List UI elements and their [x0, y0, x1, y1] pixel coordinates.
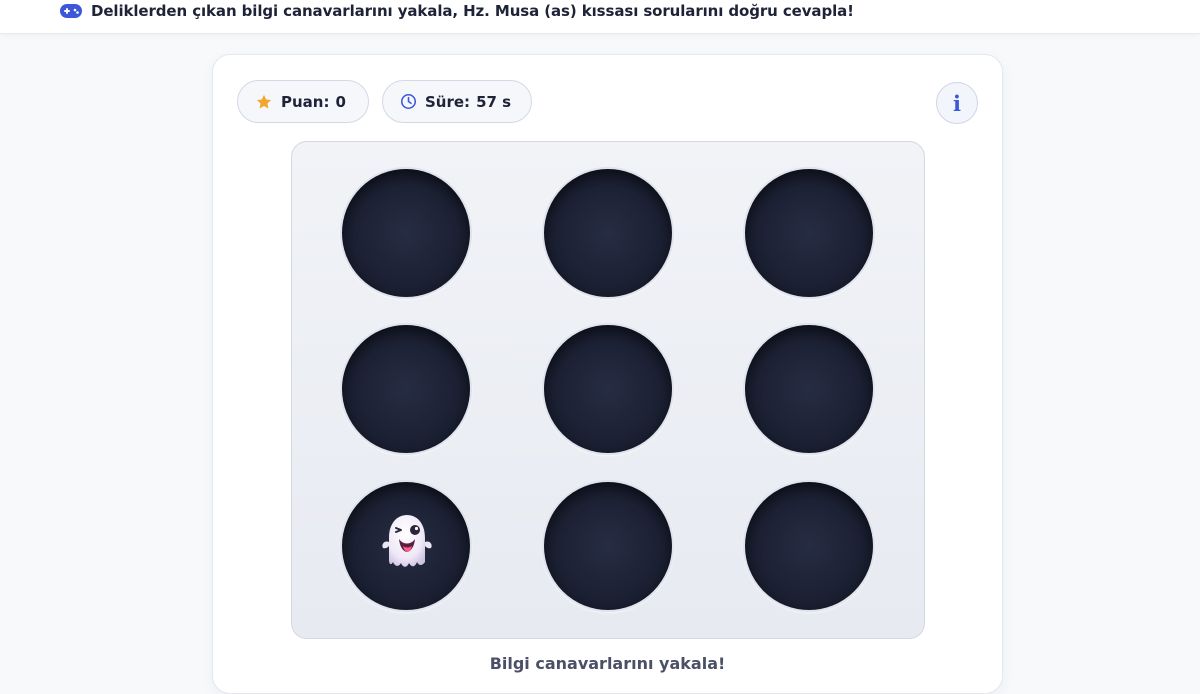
- score-badge: Puan: 0: [237, 80, 369, 123]
- hole-9[interactable]: [743, 480, 875, 612]
- hole-4[interactable]: [340, 323, 472, 455]
- hint-text: Bilgi canavarlarını yakala!: [489, 654, 726, 673]
- ghost-icon[interactable]: [379, 512, 435, 570]
- score-value: 0: [335, 92, 346, 111]
- hole-8[interactable]: [542, 480, 674, 612]
- clock-icon: [400, 93, 417, 110]
- star-icon: [256, 94, 272, 108]
- hole-7[interactable]: [340, 480, 472, 612]
- hole-2[interactable]: [542, 167, 674, 299]
- score-label: Puan:: [281, 92, 330, 111]
- time-label: Süre:: [425, 92, 471, 111]
- top-bar: Deliklerden çıkan bilgi canavarlarını ya…: [0, 0, 1200, 34]
- info-icon: i: [953, 90, 961, 116]
- game-board: [291, 141, 925, 639]
- hole-5[interactable]: [542, 323, 674, 455]
- hole-1[interactable]: [340, 167, 472, 299]
- timer-badge: Süre: 57 s: [382, 80, 532, 123]
- gamepad-icon: [60, 3, 82, 18]
- info-button[interactable]: i: [936, 82, 978, 124]
- game-card: Puan: 0 Süre: 57 s i Bilgi canavarlarını…: [212, 54, 1003, 694]
- hole-3[interactable]: [743, 167, 875, 299]
- time-value: 57 s: [476, 92, 512, 111]
- hole-6[interactable]: [743, 323, 875, 455]
- page-title: Deliklerden çıkan bilgi canavarlarını ya…: [91, 1, 854, 20]
